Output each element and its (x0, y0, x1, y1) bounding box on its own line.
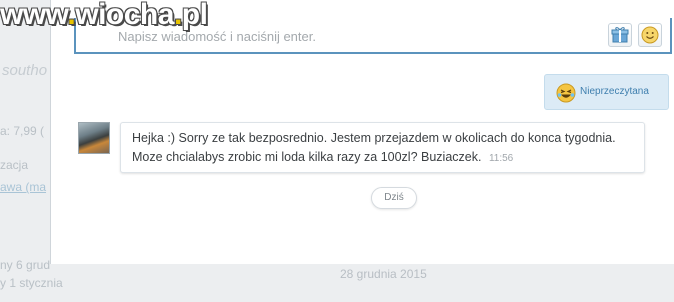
gift-button[interactable] (608, 23, 632, 47)
bg-date: 28 grudnia 2015 (340, 267, 427, 281)
message-body: Hejka :) Sorry ze tak bezposrednio. Jest… (132, 129, 632, 168)
bg-date-fragment-2: y 1 stycznia (0, 276, 63, 290)
message-text: Hejka :) Sorry ze tak bezposrednio. Jest… (132, 131, 616, 164)
watermark-logo: www.wiocha.pl (0, 0, 208, 31)
bg-link-fragment: awa (ma (0, 180, 47, 194)
bg-title-fragment: southo (2, 62, 48, 79)
avatar[interactable] (78, 122, 110, 154)
laughing-emoji-icon (556, 83, 576, 103)
bg-date-fragment: ny 6 grud (0, 258, 51, 272)
message-bubble: Hejka :) Sorry ze tak bezposrednio. Jest… (120, 122, 645, 173)
bg-price-fragment: a: 7,99 ( (0, 124, 45, 138)
watermark-tld: pl (181, 0, 208, 31)
background-listing: southo a: 7,99 ( zacja awa (ma ny 6 grud… (0, 0, 63, 302)
day-separator: Dziś (371, 187, 417, 209)
watermark-www: www (0, 0, 68, 31)
unread-label: Nieprzeczytana (580, 86, 649, 97)
emoji-button[interactable] (638, 23, 662, 47)
bg-text-fragment: zacja (0, 158, 29, 172)
smiley-icon (641, 26, 659, 44)
gift-icon (611, 27, 629, 43)
watermark-site: wiocha (75, 0, 174, 31)
message-time: 11:56 (488, 153, 514, 164)
unread-badge: Nieprzeczytana (544, 74, 669, 110)
